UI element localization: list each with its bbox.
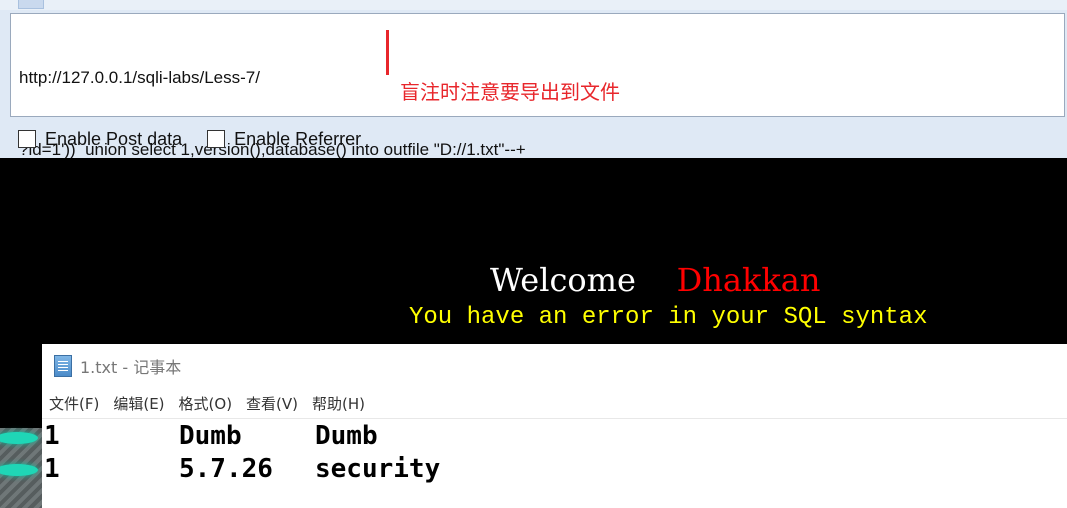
text-cell: 1 — [44, 454, 60, 484]
notepad-window: 1.txt - 记事本 文件(F) 编辑(E) 格式(O) 查看(V) 帮助(H… — [42, 344, 1067, 508]
annotation-text: 盲注时注意要导出到文件 — [400, 80, 620, 104]
text-row: 1 Dumb Dumb — [42, 420, 1067, 453]
enable-post-data-label: Enable Post data — [45, 128, 183, 149]
notepad-icon — [54, 355, 72, 377]
menu-file[interactable]: 文件(F) — [42, 393, 106, 414]
enable-referrer-label: Enable Referrer — [234, 128, 362, 149]
menu-view[interactable]: 查看(V) — [239, 393, 305, 414]
menu-edit[interactable]: 编辑(E) — [106, 393, 171, 414]
sql-error-message: You have an error in your SQL syntax — [409, 304, 928, 331]
menu-help[interactable]: 帮助(H) — [305, 393, 372, 414]
toolbar-tab[interactable] — [18, 0, 44, 9]
enable-post-data-checkbox[interactable] — [18, 130, 36, 148]
decoration-blob — [0, 464, 38, 476]
enable-post-data-option[interactable]: Enable Post data — [18, 129, 182, 150]
text-row: 1 5.7.26 security — [42, 453, 1067, 486]
notepad-titlebar[interactable]: 1.txt - 记事本 — [42, 344, 1067, 388]
enable-referrer-option[interactable]: Enable Referrer — [207, 129, 361, 150]
decoration-blob — [0, 432, 38, 444]
welcome-heading: Welcome Dhakkan — [490, 261, 820, 299]
enable-referrer-checkbox[interactable] — [207, 130, 226, 148]
text-cell: Dumb — [315, 421, 378, 451]
text-cell: 5.7.26 — [179, 454, 273, 484]
notepad-text-area[interactable]: 1 Dumb Dumb 1 5.7.26 security — [42, 420, 1067, 508]
notepad-title: 1.txt - 记事本 — [80, 358, 182, 377]
text-cell: security — [315, 454, 441, 484]
welcome-word: Welcome — [490, 261, 636, 299]
hackbar-panel: http://127.0.0.1/sqli-labs/Less-7/ ?id=1… — [0, 0, 1067, 159]
hackbar-options: Enable Post data Enable Referrer — [18, 126, 386, 152]
menu-format[interactable]: 格式(O) — [172, 393, 240, 414]
welcome-name: Dhakkan — [676, 261, 821, 299]
annotation-marker — [386, 30, 389, 75]
background-decoration — [0, 428, 42, 508]
toolbar-strip — [0, 0, 1067, 10]
text-cell: 1 — [44, 421, 60, 451]
text-cell: Dumb — [179, 421, 242, 451]
notepad-menubar: 文件(F) 编辑(E) 格式(O) 查看(V) 帮助(H) — [42, 388, 1067, 419]
